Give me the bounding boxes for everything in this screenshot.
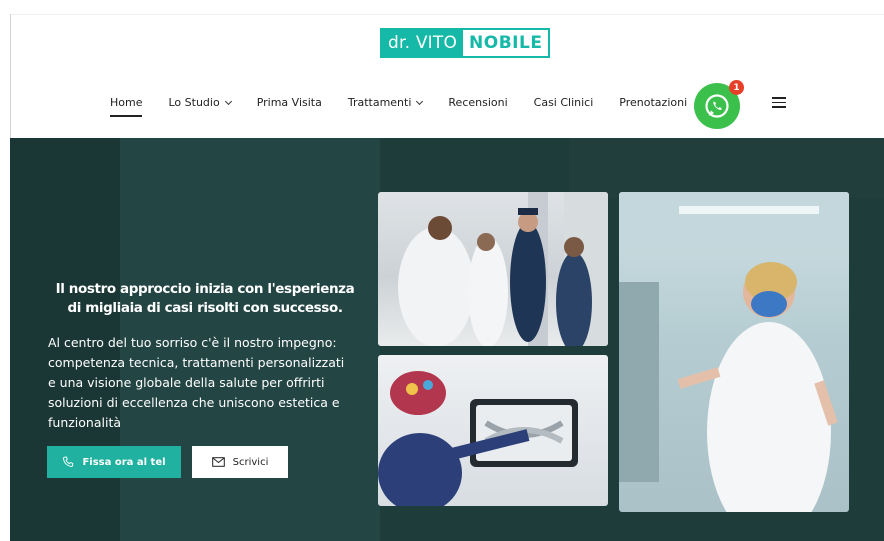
hamburger-menu-icon[interactable] (772, 97, 786, 108)
nav-item-label: Trattamenti (347, 96, 412, 109)
logo-first: dr. VITO (382, 30, 464, 56)
chevron-down-icon (224, 97, 232, 105)
site-logo[interactable]: dr. VITO NOBILE (380, 28, 551, 58)
nav-item-casi-clinici[interactable]: Casi Clinici (534, 96, 594, 109)
write-button-label: Scrivici (232, 456, 269, 468)
write-button[interactable]: Scrivici (192, 446, 288, 478)
dentist-photo (619, 192, 849, 512)
nav-item-label: Recensioni (448, 96, 508, 109)
chevron-down-icon (416, 97, 424, 105)
nav-item-label: Casi Clinici (533, 96, 594, 109)
nav-item-recensioni[interactable]: Recensioni (448, 96, 507, 109)
mail-icon (211, 457, 225, 467)
whatsapp-icon (705, 94, 729, 118)
hero-section: Il nostro approccio inizia con l'esperie… (10, 138, 884, 541)
nav-item-label: Prenotazioni (619, 96, 688, 109)
hero-headline: Il nostro approccio inizia con l'esperie… (55, 281, 355, 316)
dental-scan-photo (378, 355, 608, 506)
call-button[interactable]: Fissa ora al tel (47, 446, 181, 478)
call-button-label: Fissa ora al tel (82, 456, 166, 468)
main-nav: Home Lo Studio Prima Visita Trattamenti … (110, 96, 713, 117)
left-edge-divider (10, 14, 11, 138)
nav-item-prima-visita[interactable]: Prima Visita (257, 96, 322, 109)
logo-second: NOBILE (463, 30, 549, 56)
nav-item-home[interactable]: Home (110, 96, 143, 117)
nav-item-prenotazioni[interactable]: Prenotazioni (619, 96, 687, 109)
nav-item-label: Home (110, 96, 143, 109)
nav-item-label: Prima Visita (256, 96, 322, 109)
phone-icon (63, 456, 74, 467)
top-divider (10, 14, 884, 15)
team-photo (378, 192, 608, 346)
nav-item-trattamenti[interactable]: Trattamenti (347, 96, 424, 109)
notification-badge: 1 (729, 80, 744, 95)
hero-paragraph: Al centro del tuo sorriso c'è il nostro … (48, 335, 345, 430)
hero-background-shade (570, 138, 884, 198)
nav-item-lo-studio[interactable]: Lo Studio (168, 96, 232, 109)
nav-item-label: Lo Studio (168, 96, 220, 109)
page: dr. VITO NOBILE Home Lo Studio Prima Vis… (0, 0, 884, 541)
